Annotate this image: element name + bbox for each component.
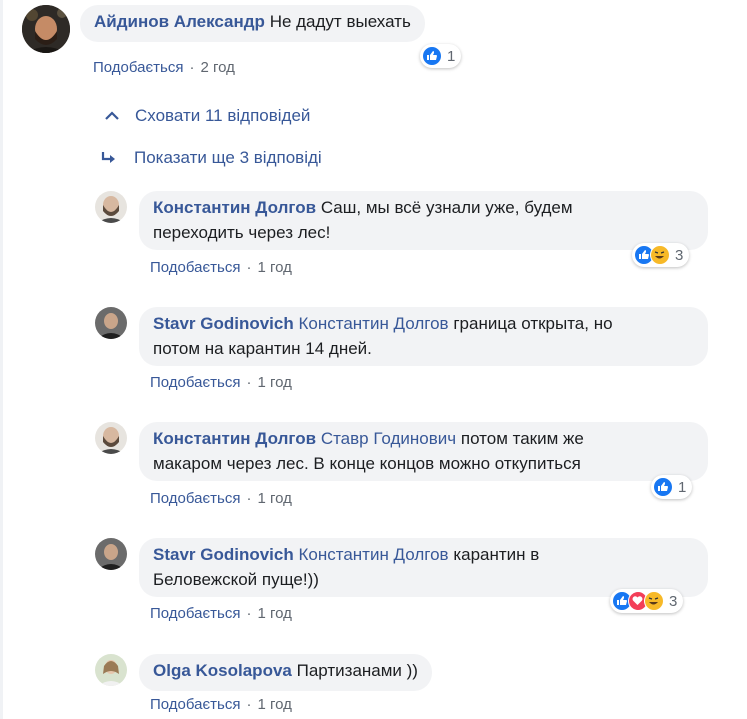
- reply: Olga Kosolapova Партизанами )): [95, 654, 432, 691]
- avatar[interactable]: [22, 5, 70, 53]
- comment-actions: Подобається · 1 год: [150, 696, 292, 713]
- chevron-up-icon: [105, 111, 119, 120]
- author-name[interactable]: Olga Kosolapova: [153, 661, 292, 680]
- avatar[interactable]: [95, 654, 127, 686]
- reply: Константин Долгов Ставр Годинович потом …: [95, 422, 708, 481]
- avatar[interactable]: [95, 538, 127, 570]
- comment-text-line: потом таким же: [460, 429, 584, 448]
- like-button[interactable]: Подобається: [150, 696, 240, 713]
- avatar[interactable]: [95, 307, 127, 339]
- comment-actions: Подобається · 1 год: [150, 605, 292, 622]
- hide-replies-link[interactable]: Сховати 11 відповідей: [105, 106, 310, 126]
- like-button[interactable]: Подобається: [150, 259, 240, 276]
- comment-actions: Подобається · 1 год: [150, 374, 292, 391]
- reaction-summary[interactable]: 1: [651, 475, 693, 499]
- comment-actions: Подобається · 1 год: [150, 259, 292, 276]
- timestamp[interactable]: 1 год: [257, 696, 291, 713]
- comment-text-line: карантин в: [453, 545, 540, 564]
- separator: ·: [246, 490, 252, 507]
- like-button[interactable]: Подобається: [150, 374, 240, 391]
- timestamp[interactable]: 1 год: [257, 374, 291, 391]
- reaction-count: 3: [675, 246, 684, 264]
- comment-actions: Подобається · 1 год: [150, 490, 292, 507]
- timestamp[interactable]: 1 год: [257, 490, 291, 507]
- haha-reaction-icon: [644, 591, 664, 611]
- comment-actions: Подобається · 2 год: [93, 59, 235, 76]
- author-name[interactable]: Константин Долгов: [153, 198, 316, 217]
- show-more-label: Показати ще 3 відповіді: [134, 148, 322, 167]
- mention-link[interactable]: Ставр Годинович: [321, 429, 456, 448]
- comment-bubble: Константин Долгов Саш, мы всё узнали уже…: [139, 191, 708, 250]
- hide-replies-label: Сховати 11 відповідей: [135, 106, 311, 125]
- author-name[interactable]: Stavr Godinovich: [153, 545, 294, 564]
- author-name[interactable]: Константин Долгов: [153, 429, 316, 448]
- mention-link[interactable]: Константин Долгов: [298, 545, 448, 564]
- comment-bubble: Айдинов Александр Не дадут выехать: [80, 5, 425, 42]
- comment-bubble: Константин Долгов Ставр Годинович потом …: [139, 422, 708, 481]
- like-reaction-icon: [422, 46, 442, 66]
- comment-bubble: Stavr Godinovich Константин Долгов грани…: [139, 307, 708, 366]
- avatar[interactable]: [95, 422, 127, 454]
- comment-text: Не дадут выехать: [269, 12, 411, 31]
- comment-text-line: макаром через лес. В конце концов можно …: [153, 454, 581, 473]
- reply: Stavr Godinovich Константин Долгов грани…: [95, 307, 708, 366]
- show-more-replies-link[interactable]: Показати ще 3 відповіді: [100, 148, 322, 168]
- thread-border: [0, 0, 3, 719]
- comment-text-line: потом на карантин 14 дней.: [153, 339, 372, 358]
- reply-arrow-icon: [101, 152, 115, 163]
- comment-text-line: граница открыта, но: [453, 314, 613, 333]
- reaction-summary[interactable]: 1: [420, 44, 462, 68]
- separator: ·: [189, 59, 195, 76]
- author-name[interactable]: Айдинов Александр: [94, 12, 265, 31]
- timestamp[interactable]: 1 год: [257, 605, 291, 622]
- reaction-count: 1: [447, 47, 456, 65]
- comment-text-line: Саш, мы всё узнали уже, будем: [320, 198, 573, 217]
- mention-link[interactable]: Константин Долгов: [298, 314, 448, 333]
- timestamp[interactable]: 2 год: [200, 59, 234, 76]
- reply: Константин Долгов Саш, мы всё узнали уже…: [95, 191, 708, 250]
- reaction-summary[interactable]: 3: [610, 589, 684, 613]
- comment-top: Айдинов Александр Не дадут выехать: [22, 5, 425, 53]
- like-button[interactable]: Подобається: [150, 605, 240, 622]
- comment-text-line: Беловежской пуще!)): [153, 570, 319, 589]
- comment-text: Партизанами )): [296, 661, 418, 680]
- like-button[interactable]: Подобається: [93, 59, 183, 76]
- separator: ·: [246, 605, 252, 622]
- comment-text-line: переходить через лес!: [153, 223, 331, 242]
- reply: Stavr Godinovich Константин Долгов каран…: [95, 538, 708, 597]
- comment-bubble: Olga Kosolapova Партизанами )): [139, 654, 432, 691]
- separator: ·: [246, 696, 252, 713]
- separator: ·: [246, 259, 252, 276]
- like-button[interactable]: Подобається: [150, 490, 240, 507]
- avatar[interactable]: [95, 191, 127, 223]
- reaction-summary[interactable]: 3: [632, 243, 690, 267]
- timestamp[interactable]: 1 год: [257, 259, 291, 276]
- reaction-count: 1: [678, 478, 687, 496]
- reaction-count: 3: [669, 592, 678, 610]
- author-name[interactable]: Stavr Godinovich: [153, 314, 294, 333]
- like-reaction-icon: [653, 477, 673, 497]
- haha-reaction-icon: [650, 245, 670, 265]
- separator: ·: [246, 374, 252, 391]
